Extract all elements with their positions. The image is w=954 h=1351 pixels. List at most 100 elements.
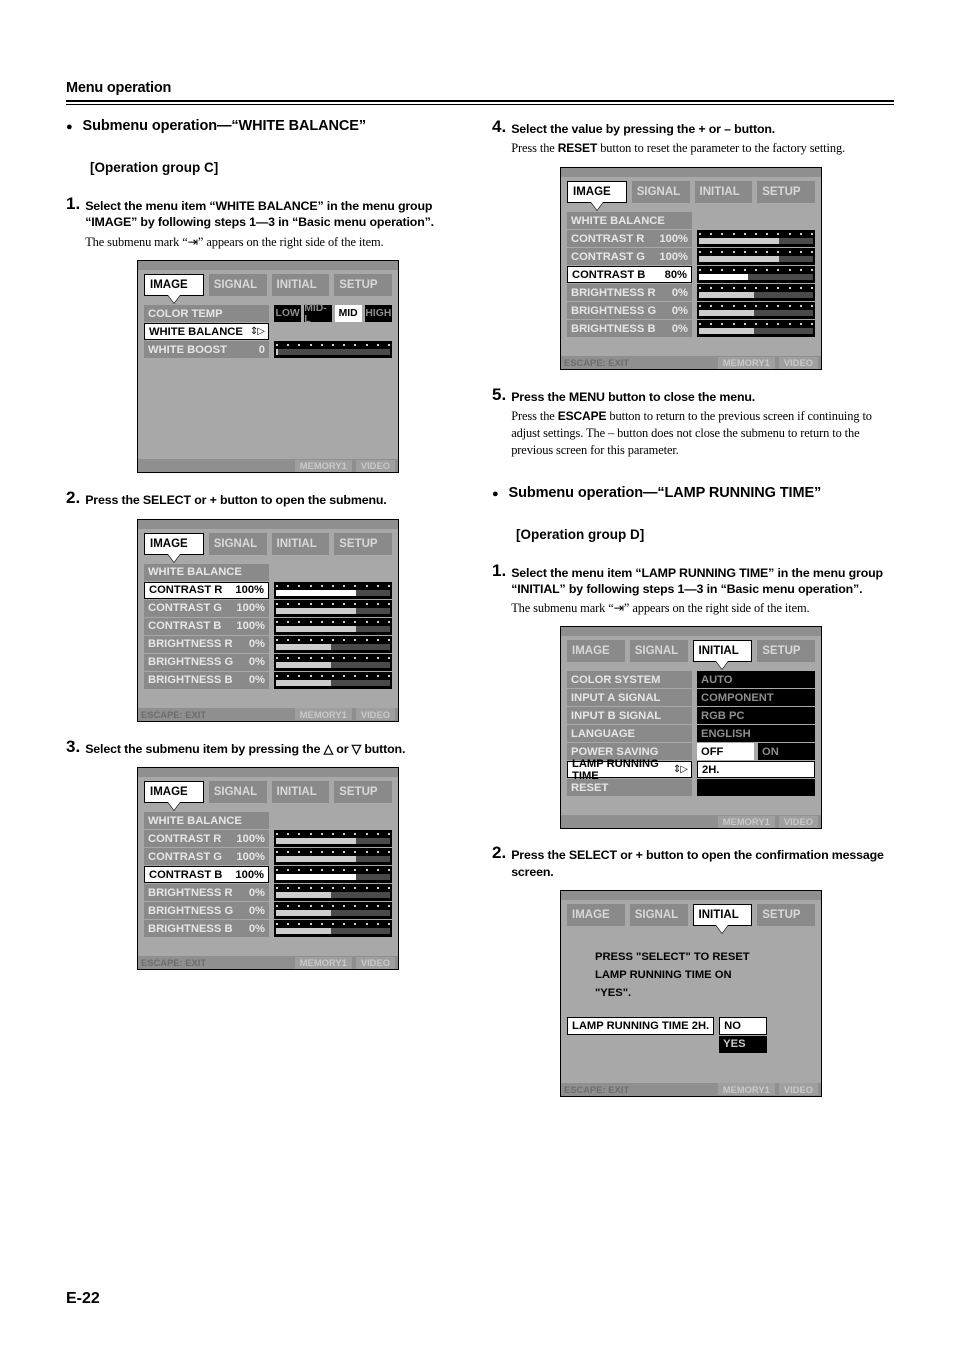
- osd-slider-brightness-b[interactable]: [274, 920, 392, 938]
- osd-row-contrast-g[interactable]: CONTRAST G 100%: [144, 599, 392, 617]
- osd-slider-brightness-g[interactable]: [274, 902, 392, 920]
- osd-field-language[interactable]: ENGLISH: [697, 725, 815, 743]
- osd-slider-contrast-g[interactable]: [274, 599, 392, 617]
- osd-seg-low[interactable]: LOW: [274, 305, 302, 323]
- osd-row-contrast-g[interactable]: CONTRAST G 100%: [144, 848, 392, 866]
- osd-row-input-b-signal[interactable]: INPUT B SIGNAL RGB PC: [567, 707, 815, 725]
- osd-row-brightness-g[interactable]: BRIGHTNESS G 0%: [567, 302, 815, 320]
- osd-tab-initial-label: INITIAL: [276, 279, 317, 292]
- osd-slider-brightness-g[interactable]: [697, 302, 815, 320]
- left-step-3-number: 3.: [66, 736, 81, 756]
- osd-tab-setup[interactable]: SETUP: [334, 274, 392, 297]
- osd-seg-mid[interactable]: MID: [334, 305, 362, 323]
- osd-row-brightness-r[interactable]: BRIGHTNESS R 0%: [144, 884, 392, 902]
- osd-tab-initial[interactable]: INITIAL: [271, 532, 330, 555]
- osd-field-lamp-running-time[interactable]: 2H.: [697, 761, 815, 779]
- osd-row-brightness-b[interactable]: BRIGHTNESS B 0%: [567, 320, 815, 338]
- osd-confirm-no-button[interactable]: NO: [719, 1016, 768, 1035]
- osd-slider-contrast-g[interactable]: [274, 848, 392, 866]
- osd-row-contrast-r[interactable]: CONTRAST R 100%: [567, 230, 815, 248]
- osd-tab-setup[interactable]: SETUP: [334, 781, 392, 804]
- osd-slider-brightness-b[interactable]: [274, 671, 392, 689]
- osd-slider-contrast-r[interactable]: [697, 230, 815, 248]
- osd-tab-bar: IMAGE SIGNAL INITIAL SETUP: [144, 781, 392, 804]
- osd-tab-image[interactable]: IMAGE: [567, 903, 625, 926]
- osd-row-brightness-r[interactable]: BRIGHTNESS R 0%: [567, 284, 815, 302]
- osd-row-brightness-g[interactable]: BRIGHTNESS G 0%: [144, 653, 392, 671]
- osd-tab-setup[interactable]: SETUP: [757, 903, 815, 926]
- osd-tab-setup[interactable]: SETUP: [757, 640, 815, 663]
- osd-row-white-balance[interactable]: WHITE BALANCE ⇕▷: [144, 323, 392, 341]
- osd-field-reset[interactable]: [697, 779, 815, 797]
- osd-tab-signal[interactable]: SIGNAL: [208, 781, 267, 804]
- osd-tab-image[interactable]: IMAGE: [144, 532, 204, 555]
- osd-confirm-yes-button[interactable]: YES: [719, 1035, 768, 1053]
- osd-tab-image[interactable]: IMAGE: [567, 640, 625, 663]
- right-step-d1: 1. Select the menu item “LAMP RUNNING TI…: [492, 561, 894, 617]
- osd-tab-initial[interactable]: INITIAL: [271, 274, 330, 297]
- osd-option-off[interactable]: OFF: [697, 743, 754, 761]
- osd-slider-brightness-g[interactable]: [274, 653, 392, 671]
- osd-tab-signal[interactable]: SIGNAL: [629, 640, 688, 663]
- osd-tab-signal[interactable]: SIGNAL: [629, 903, 688, 926]
- osd-top-strip: [561, 890, 821, 900]
- osd-slider-brightness-r[interactable]: [697, 284, 815, 302]
- osd-tab-setup-label: SETUP: [762, 908, 801, 921]
- osd-tab-image-label: IMAGE: [150, 786, 188, 799]
- osd-row-input-a-signal[interactable]: INPUT A SIGNAL COMPONENT: [567, 689, 815, 707]
- note-bold-escape: ESCAPE: [557, 409, 607, 424]
- osd-tab-image[interactable]: IMAGE: [144, 781, 204, 804]
- osd-row-white-boost[interactable]: WHITE BOOST 0: [144, 341, 392, 359]
- osd-slider-white-boost[interactable]: [274, 341, 392, 359]
- osd-field-color-system[interactable]: AUTO: [697, 671, 815, 689]
- osd-tab-setup[interactable]: SETUP: [757, 181, 815, 204]
- osd-slider-contrast-r[interactable]: [274, 581, 392, 599]
- osd-slider-contrast-g[interactable]: [697, 248, 815, 266]
- osd-confirm-controls: LAMP RUNNING TIME 2H. NO YES: [567, 1016, 815, 1053]
- osd-row-brightness-b[interactable]: BRIGHTNESS B 0%: [144, 920, 392, 938]
- osd-row-contrast-b[interactable]: CONTRAST B 100%: [144, 866, 392, 884]
- osd-row-color-temp[interactable]: COLOR TEMP LOW MID-L MID HIGH: [144, 303, 392, 325]
- osd-tab-signal[interactable]: SIGNAL: [208, 274, 267, 297]
- osd-row-contrast-r[interactable]: CONTRAST R 100%: [144, 830, 392, 848]
- osd-row-contrast-b[interactable]: CONTRAST B 80%: [567, 266, 815, 284]
- osd-field-input-b-signal[interactable]: RGB PC: [697, 707, 815, 725]
- left-step-3: 3. Select the submenu item by pressing t…: [66, 738, 466, 757]
- osd-slider-brightness-r[interactable]: [274, 884, 392, 902]
- osd-confirm-message: PRESS "SELECT" TO RESET LAMP RUNNING TIM…: [567, 935, 815, 1011]
- osd-field-input-a-signal[interactable]: COMPONENT: [697, 689, 815, 707]
- osd-tab-initial[interactable]: INITIAL: [271, 781, 330, 804]
- osd-tab-signal[interactable]: SIGNAL: [631, 181, 690, 204]
- osd-row-lamp-running-time[interactable]: LAMP RUNNING TIME ⇕▷ 2H.: [567, 758, 815, 782]
- osd-row-brightness-b[interactable]: BRIGHTNESS B 0%: [144, 671, 392, 689]
- osd-tab-image-label: IMAGE: [572, 908, 610, 921]
- osd-row-reset[interactable]: RESET: [567, 779, 815, 797]
- osd-option-on[interactable]: ON: [758, 743, 815, 761]
- osd-row-contrast-b[interactable]: CONTRAST B 100%: [144, 617, 392, 635]
- osd-slider-contrast-b[interactable]: [274, 617, 392, 635]
- osd-row-color-system[interactable]: COLOR SYSTEM AUTO: [567, 671, 815, 689]
- osd-tab-initial[interactable]: INITIAL: [692, 903, 753, 926]
- osd-tab-setup[interactable]: SETUP: [334, 532, 392, 555]
- osd-row-contrast-r[interactable]: CONTRAST R 100%: [144, 581, 392, 599]
- page-header: Menu operation: [66, 80, 894, 105]
- osd-slider-brightness-b[interactable]: [697, 320, 815, 338]
- osd-seg-high[interactable]: HIGH: [364, 305, 392, 323]
- osd-slider-contrast-b[interactable]: [697, 266, 815, 284]
- osd-row-language[interactable]: LANGUAGE ENGLISH: [567, 725, 815, 743]
- osd-row-brightness-g-value: 0%: [248, 904, 265, 917]
- osd-tab-initial[interactable]: INITIAL: [692, 640, 753, 663]
- osd-row-brightness-r[interactable]: BRIGHTNESS R 0%: [144, 635, 392, 653]
- osd-slider-contrast-b[interactable]: [274, 866, 392, 884]
- osd-row-brightness-g[interactable]: BRIGHTNESS G 0%: [144, 902, 392, 920]
- osd-slider-brightness-r[interactable]: [274, 635, 392, 653]
- osd-tab-initial[interactable]: INITIAL: [694, 181, 753, 204]
- osd-tab-image[interactable]: IMAGE: [567, 181, 627, 204]
- osd-row-contrast-g[interactable]: CONTRAST G 100%: [567, 248, 815, 266]
- osd-seg-midl[interactable]: MID-L: [304, 303, 332, 325]
- osd-tab-signal[interactable]: SIGNAL: [208, 532, 267, 555]
- osd-tab-image[interactable]: IMAGE: [144, 274, 204, 297]
- left-step-2-number: 2.: [66, 488, 81, 508]
- osd-slider-contrast-r[interactable]: [274, 830, 392, 848]
- osd-row-white-balance-blank: [274, 323, 392, 341]
